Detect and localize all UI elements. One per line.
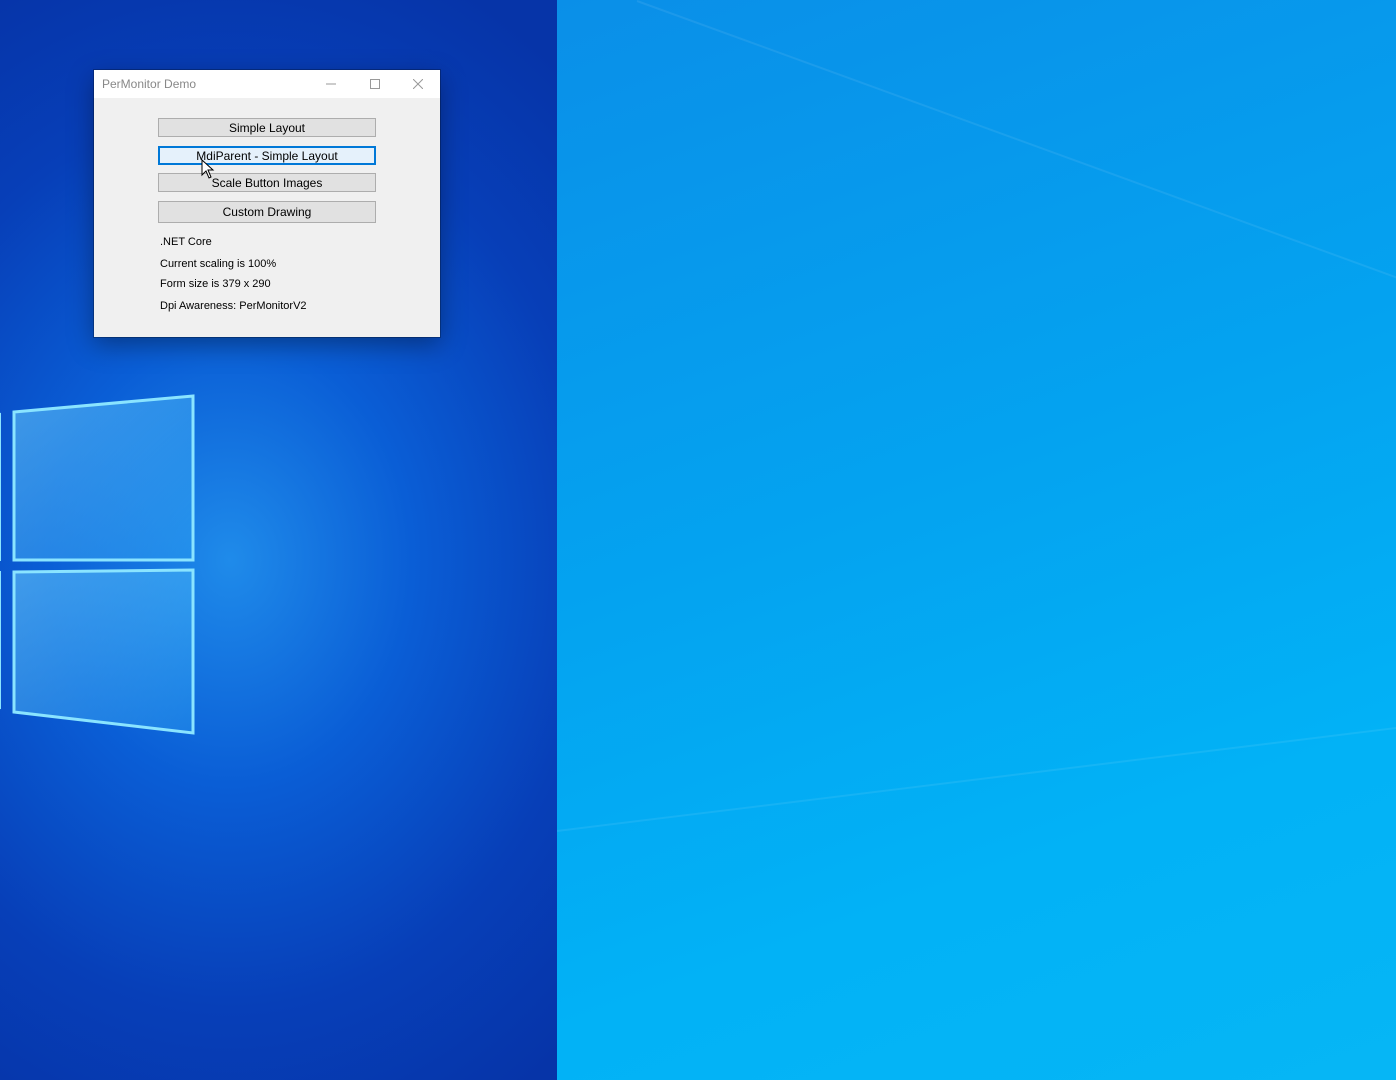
permonitor-demo-window[interactable]: PerMonitor Demo Simple Layout MdiParent …: [94, 70, 440, 337]
title-bar[interactable]: PerMonitor Demo: [94, 70, 440, 98]
windows-logo: [0, 394, 195, 735]
dpi-awareness-label: Dpi Awareness: PerMonitorV2: [160, 300, 307, 312]
maximize-icon: [370, 79, 380, 89]
minimize-icon: [326, 83, 336, 85]
form-size-label: Form size is 379 x 290: [160, 278, 271, 290]
minimize-button[interactable]: [309, 70, 353, 98]
close-button[interactable]: [396, 70, 440, 98]
simple-layout-button[interactable]: Simple Layout: [158, 118, 376, 137]
mdiparent-simple-layout-button[interactable]: MdiParent - Simple Layout: [158, 146, 376, 165]
window-title: PerMonitor Demo: [102, 77, 197, 91]
close-icon: [413, 79, 423, 89]
desktop-right-monitor: [557, 0, 1396, 1080]
light-streak: [636, 0, 1396, 310]
light-streak: [557, 720, 1396, 832]
maximize-button[interactable]: [353, 70, 397, 98]
window-client-area: Simple Layout MdiParent - Simple Layout …: [94, 98, 440, 337]
scaling-label: Current scaling is 100%: [160, 258, 277, 270]
custom-drawing-button[interactable]: Custom Drawing: [158, 201, 376, 223]
mouse-pointer-icon: [201, 159, 215, 179]
desktop: PerMonitor Demo Simple Layout MdiParent …: [0, 0, 1396, 1080]
scale-button-images-button[interactable]: Scale Button Images: [158, 173, 376, 192]
runtime-label: .NET Core: [160, 236, 212, 248]
